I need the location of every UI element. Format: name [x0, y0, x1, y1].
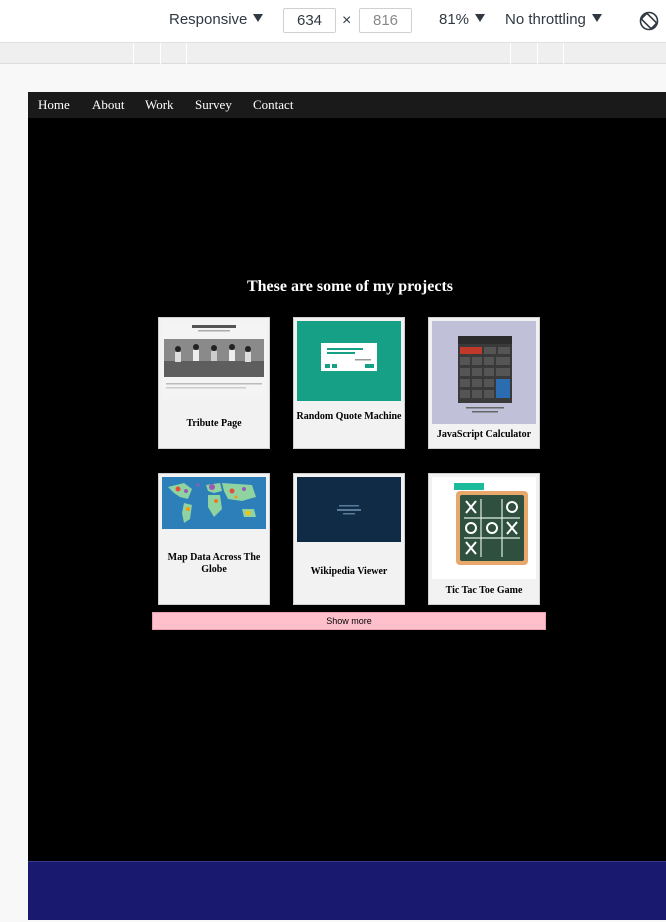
- page-footer: [28, 861, 666, 920]
- map-thumbnail: [162, 477, 266, 529]
- project-card-tictactoe[interactable]: Tic Tac Toe Game: [428, 473, 540, 605]
- media-query-bar[interactable]: [0, 43, 666, 64]
- card-label: Map Data Across The Globe: [167, 552, 261, 575]
- projects-title: These are some of my projects: [246, 278, 454, 295]
- card-label: Tic Tac Toe Game: [445, 585, 523, 596]
- throttling-label: No throttling: [505, 11, 586, 28]
- nav-about[interactable]: About: [92, 97, 125, 113]
- tribute-thumbnail: [162, 321, 266, 399]
- project-card-calculator[interactable]: JavaScript Calculator: [428, 317, 540, 449]
- tictactoe-thumbnail: [432, 477, 536, 579]
- wikipedia-thumbnail: [297, 477, 401, 542]
- nav-contact[interactable]: Contact: [253, 97, 293, 113]
- zoom-dropdown[interactable]: 81%: [439, 11, 486, 28]
- zoom-label: 81%: [439, 11, 470, 28]
- nav-home[interactable]: Home: [38, 97, 70, 113]
- rotate-icon[interactable]: [638, 10, 660, 32]
- nav-survey[interactable]: Survey: [195, 97, 232, 113]
- top-nav: Home About Work Survey Contact: [28, 92, 666, 118]
- caret-down-icon: [475, 14, 486, 22]
- card-label: Tribute Page: [186, 418, 242, 429]
- project-card-quote[interactable]: Random Quote Machine: [293, 317, 405, 449]
- calculator-thumbnail: [432, 321, 536, 424]
- height-input[interactable]: 816: [359, 8, 412, 33]
- card-label: JavaScript Calculator: [436, 429, 532, 440]
- project-card-tribute[interactable]: Tribute Page: [158, 317, 270, 449]
- project-card-wikipedia[interactable]: Wikipedia Viewer: [293, 473, 405, 605]
- caret-down-icon: [591, 14, 602, 22]
- devtools-device-toolbar: Responsive 634 × 816 81% No throttling: [0, 0, 666, 43]
- device-mode-dropdown[interactable]: Responsive: [169, 11, 264, 28]
- emulated-page: Home About Work Survey Contact These are…: [28, 92, 666, 920]
- width-input[interactable]: 634: [283, 8, 336, 33]
- card-label: Wikipedia Viewer: [310, 566, 388, 577]
- throttling-dropdown[interactable]: No throttling: [505, 11, 602, 28]
- nav-work[interactable]: Work: [145, 97, 174, 113]
- show-more-button[interactable]: Show more: [152, 612, 546, 630]
- card-label: Random Quote Machine: [296, 411, 402, 422]
- device-mode-label: Responsive: [169, 11, 248, 28]
- caret-down-icon: [253, 14, 264, 22]
- quote-thumbnail: [297, 321, 401, 401]
- dimension-separator: ×: [342, 12, 352, 29]
- project-card-map[interactable]: Map Data Across The Globe: [158, 473, 270, 605]
